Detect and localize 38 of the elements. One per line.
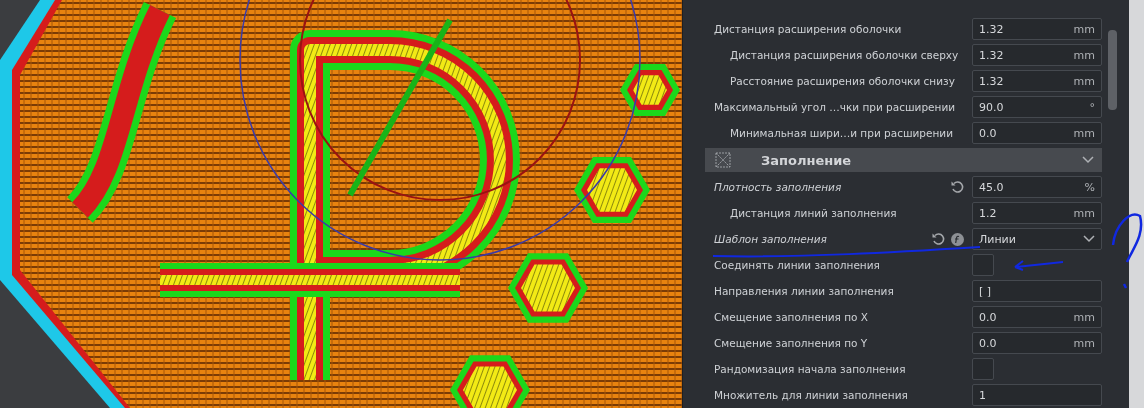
input-field[interactable]: 0.0 mm (972, 332, 1102, 354)
arrow-stroke (1014, 260, 1064, 271)
setting-label: Направления линии заполнения (714, 285, 895, 297)
input-field[interactable]: 45.0 % (972, 176, 1102, 198)
scrollbar-thumb[interactable] (1108, 30, 1117, 110)
input-field[interactable]: [ ] (972, 280, 1102, 302)
setting-label: Рандомизация начала заполнения (714, 363, 907, 375)
input-field[interactable]: 1 (972, 384, 1102, 406)
input-field[interactable]: 90.0 ° (972, 96, 1102, 118)
reset-icon[interactable] (931, 232, 945, 246)
input-field[interactable]: 1.32 mm (972, 18, 1102, 40)
section-title: Заполнение (761, 152, 853, 168)
chevron-icon (1082, 156, 1094, 164)
checkbox[interactable] (972, 254, 994, 276)
input-field[interactable]: 0.0 mm (972, 306, 1102, 328)
setting-label: Множитель для линии заполнения (714, 389, 909, 401)
setting-label: Минимальная шири…и при расширении (730, 127, 954, 139)
setting-label: Расстояние расширения оболочки снизу (730, 75, 956, 87)
function-icon[interactable] (951, 232, 964, 246)
setting-label: Смещение заполнения по X (714, 311, 870, 323)
input-field[interactable]: 1.32 mm (972, 44, 1102, 66)
setting-label: Дистанция линий заполнения (730, 207, 898, 219)
checkbox[interactable] (972, 358, 994, 380)
input-field[interactable]: 1.2 mm (972, 202, 1102, 224)
setting-label: Соединять линии заполнения (714, 259, 881, 271)
setting-label: Смещение заполнения по Y (714, 337, 869, 349)
dropdown[interactable]: Линии (972, 228, 1102, 250)
chevron-icon (1083, 235, 1095, 243)
infill-icon (715, 152, 731, 168)
input-field[interactable]: 1.32 mm (972, 70, 1102, 92)
setting-label: Шаблон заполнения (714, 233, 828, 245)
setting-label: Дистанция расширения оболочки сверху (730, 49, 960, 61)
input-field[interactable]: 0.0 mm (972, 122, 1102, 144)
setting-label: Максимальный угол …чки при расширении (714, 101, 957, 113)
reset-icon[interactable] (950, 180, 964, 194)
setting-label: Дистанция расширения оболочки (714, 23, 903, 35)
section-header[interactable]: Заполнение (705, 148, 1102, 172)
setting-label: Плотность заполнения (714, 181, 843, 193)
